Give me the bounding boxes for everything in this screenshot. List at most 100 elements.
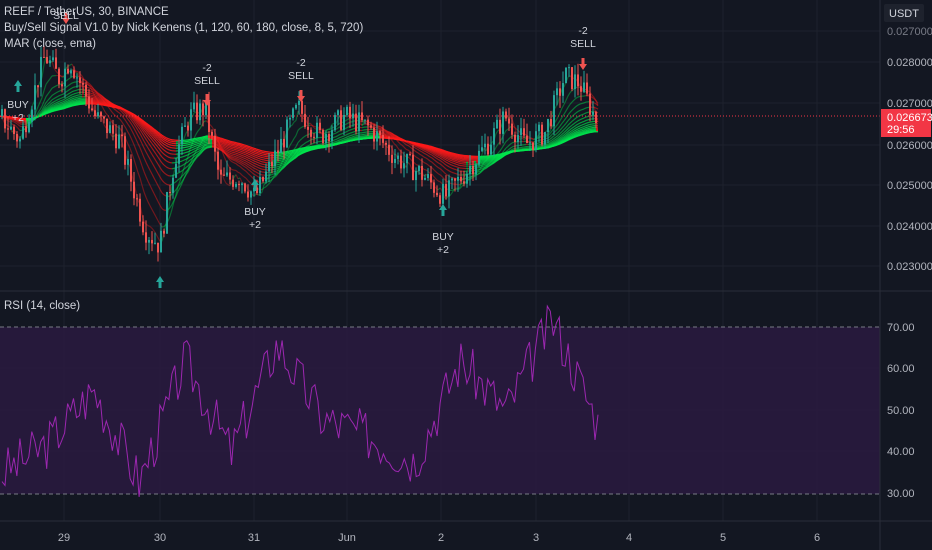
ribbon-segment	[269, 173, 273, 176]
ribbon-segment	[587, 128, 591, 131]
ribbon-segment	[297, 148, 301, 151]
ribbon-segment	[223, 140, 227, 143]
ribbon-segment	[451, 158, 455, 161]
ribbon-segment	[581, 120, 585, 123]
candle-body	[172, 177, 174, 193]
ribbon-segment	[291, 154, 295, 156]
ribbon-segment	[261, 182, 265, 185]
ribbon-segment	[251, 151, 255, 154]
ribbon-segment	[585, 119, 589, 122]
ribbon-segment	[181, 155, 185, 158]
ribbon-segment	[89, 90, 93, 93]
candle-body	[61, 84, 63, 87]
ribbon-segment	[485, 161, 489, 164]
ribbon-segment	[457, 157, 461, 160]
ribbon-segment	[347, 135, 351, 138]
ribbon-segment	[189, 147, 193, 149]
ribbon-segment	[249, 146, 253, 149]
ribbon-segment	[585, 128, 589, 130]
ribbon-segment	[221, 144, 225, 146]
ribbon-segment	[225, 142, 229, 145]
ribbon-segment	[223, 138, 227, 141]
ribbon-segment	[285, 156, 289, 158]
ribbon-segment	[193, 111, 197, 114]
ribbon-segment	[457, 160, 461, 163]
ribbon-segment	[289, 156, 293, 158]
candle-body	[211, 131, 213, 136]
candle-body	[28, 121, 30, 133]
candle-body	[130, 159, 132, 182]
ribbon-segment	[243, 145, 247, 148]
ribbon-segment	[253, 162, 257, 165]
ribbon-segment	[165, 137, 169, 140]
candle-body	[100, 112, 102, 117]
ribbon-segment	[187, 143, 191, 146]
ribbon-segment	[405, 144, 409, 147]
ribbon-segment	[341, 135, 345, 138]
ribbon-segment	[257, 167, 261, 169]
ribbon-segment	[259, 152, 263, 155]
ribbon-segment	[223, 143, 227, 146]
candle-body	[73, 70, 75, 78]
ribbon-segment	[231, 151, 235, 154]
ribbon-segment	[587, 121, 591, 124]
ribbon-segment	[427, 145, 431, 147]
ribbon-segment	[485, 164, 489, 167]
ribbon-segment	[203, 144, 207, 147]
ribbon-segment	[259, 156, 263, 159]
ribbon-segment	[239, 145, 243, 148]
ribbon-segment	[229, 150, 233, 153]
ribbon-segment	[501, 152, 505, 155]
ribbon-segment	[559, 142, 563, 145]
ribbon-segment	[511, 148, 515, 151]
ribbon-segment	[343, 136, 347, 139]
ribbon-segment	[281, 163, 285, 166]
ribbon-segment	[335, 140, 339, 143]
ribbon-segment	[585, 115, 589, 118]
ribbon-segment	[587, 125, 591, 128]
ribbon-segment	[235, 156, 239, 159]
ribbon-segment	[49, 111, 53, 113]
ribbon-segment	[229, 144, 233, 147]
ribbon-segment	[385, 132, 389, 135]
ribbon-segment	[451, 160, 455, 163]
candle-body	[196, 102, 198, 121]
ribbon-segment	[585, 129, 589, 132]
ribbon-segment	[289, 157, 293, 160]
ribbon-segment	[435, 147, 439, 150]
ribbon-segment	[93, 93, 97, 96]
ribbon-segment	[223, 142, 227, 144]
ribbon-segment	[279, 161, 283, 163]
ribbon-segment	[237, 153, 241, 156]
ribbon-segment	[237, 143, 241, 146]
ribbon-segment	[291, 155, 295, 158]
ribbon-segment	[257, 155, 261, 158]
candle-body	[16, 134, 18, 142]
ribbon-segment	[259, 149, 263, 152]
ribbon-segment	[235, 150, 239, 153]
ribbon-segment	[239, 143, 243, 145]
ribbon-segment	[221, 137, 225, 140]
ribbon-segment	[479, 168, 483, 171]
ribbon-segment	[75, 96, 79, 99]
candle-body	[238, 183, 240, 186]
ribbon-segment	[191, 139, 195, 142]
ribbon-segment	[253, 156, 257, 158]
ribbon-segment	[87, 87, 91, 89]
ribbon-segment	[197, 146, 201, 148]
candle-body	[157, 242, 159, 253]
ribbon-segment	[455, 159, 459, 162]
ribbon-segment	[57, 103, 61, 106]
ribbon-segment	[257, 153, 261, 156]
candle-body	[31, 109, 33, 122]
ribbon-segment	[579, 134, 583, 136]
trading-chart[interactable]: SELLBUY+2-2SELLBUY+2-2SELLBUY+2-2SELL US…	[0, 0, 932, 550]
ribbon-segment	[247, 145, 251, 148]
ribbon-segment	[259, 154, 263, 157]
ribbon-segment	[349, 128, 353, 131]
candle-body	[142, 221, 144, 233]
ribbon-segment	[339, 138, 343, 141]
ribbon-segment	[61, 102, 65, 105]
ribbon-segment	[219, 146, 223, 149]
ribbon-segment	[121, 108, 125, 111]
